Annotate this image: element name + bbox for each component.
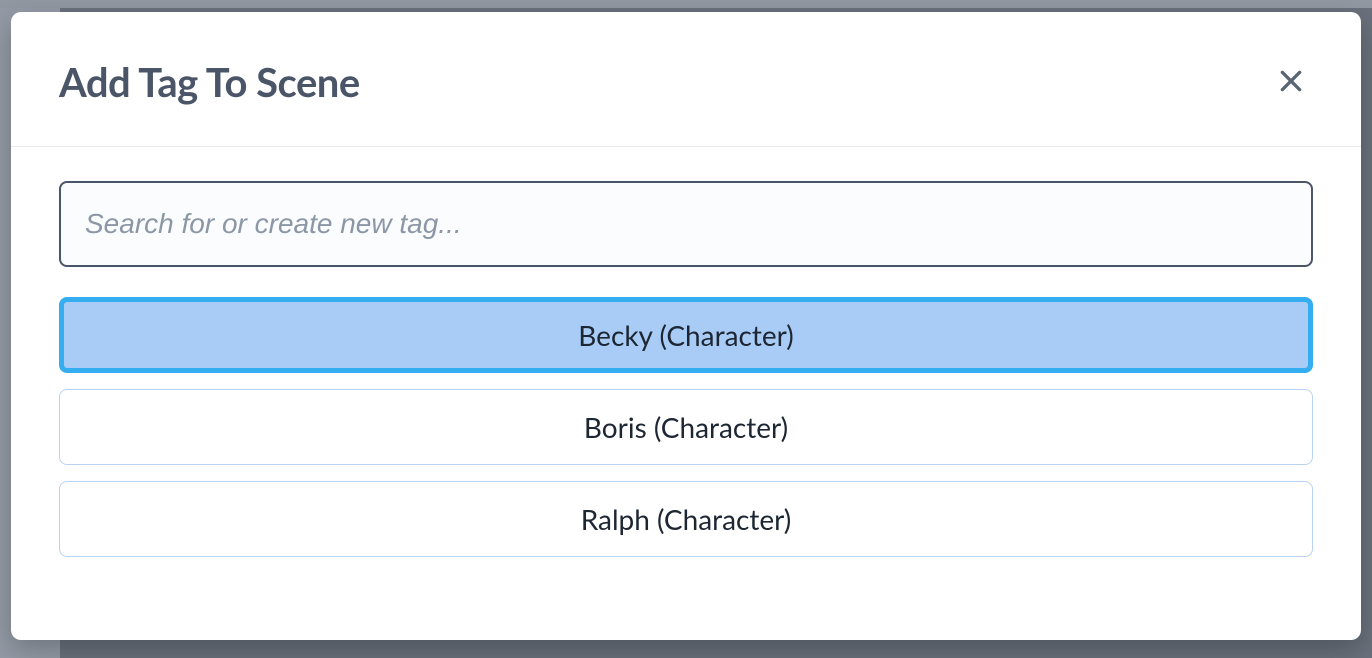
- modal-header: Add Tag To Scene: [11, 12, 1361, 147]
- modal-title: Add Tag To Scene: [59, 58, 360, 106]
- add-tag-modal: Add Tag To Scene Becky (Character) Boris…: [11, 12, 1361, 640]
- modal-body: Becky (Character) Boris (Character) Ralp…: [11, 147, 1361, 557]
- tag-option-label: Becky (Character): [578, 318, 793, 352]
- tag-option-label: Boris (Character): [584, 410, 788, 444]
- close-icon: [1278, 68, 1304, 97]
- tag-options-list: Becky (Character) Boris (Character) Ralp…: [59, 297, 1313, 557]
- tag-option[interactable]: Ralph (Character): [59, 481, 1313, 557]
- tag-option[interactable]: Becky (Character): [59, 297, 1313, 373]
- tag-option-label: Ralph (Character): [581, 502, 792, 536]
- tag-option[interactable]: Boris (Character): [59, 389, 1313, 465]
- close-button[interactable]: [1269, 60, 1313, 104]
- tag-search-input[interactable]: [59, 181, 1313, 267]
